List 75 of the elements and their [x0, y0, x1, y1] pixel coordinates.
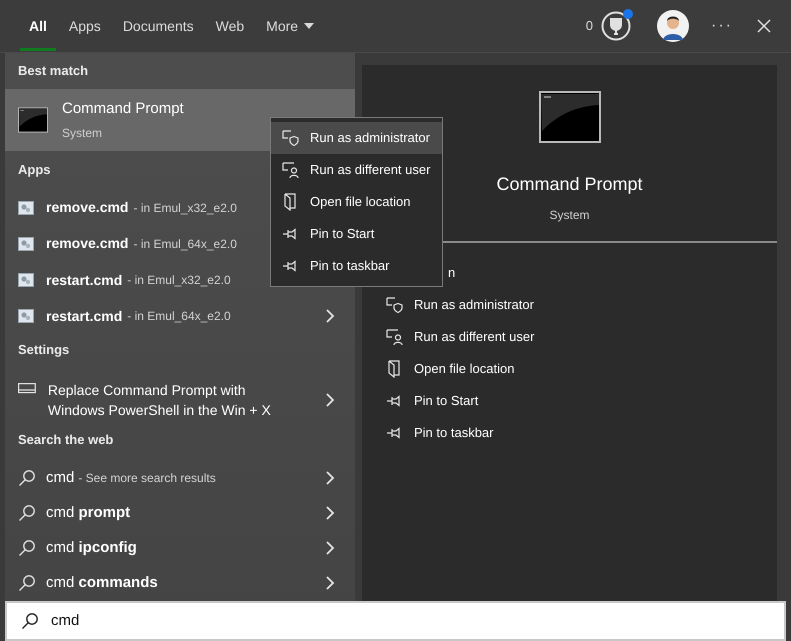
action-item[interactable]: Run as administrator — [386, 289, 777, 321]
setting-title: Replace Command Prompt with Windows PowerShell in the Win + X — [48, 381, 272, 420]
user-icon — [386, 328, 404, 346]
action-label: Run as administrator — [414, 296, 534, 314]
script-file-icon — [18, 273, 34, 288]
search-suggestion: cmd ipconfig — [46, 538, 137, 558]
menu-item[interactable]: Pin to Start — [271, 218, 442, 250]
action-label: Open file location — [414, 360, 514, 378]
web-result[interactable]: cmd prompt — [5, 495, 355, 531]
tab[interactable]: All — [20, 0, 56, 52]
more-options-button[interactable]: ··· — [711, 14, 733, 38]
action-label: n — [448, 264, 456, 282]
tab[interactable]: More — [257, 0, 324, 52]
preview-subtitle: System — [549, 207, 590, 224]
web-result[interactable]: cmd commands — [5, 566, 355, 602]
action-label: Run as different user — [414, 328, 534, 346]
action-label: Pin to taskbar — [414, 424, 494, 442]
avatar-icon[interactable] — [657, 10, 690, 42]
script-file-icon — [18, 309, 34, 324]
section-heading: Settings — [18, 341, 70, 360]
menu-item[interactable]: Open file location — [271, 186, 442, 218]
search-icon — [18, 574, 36, 592]
terminal-icon — [538, 91, 600, 143]
menu-label: Pin to taskbar — [310, 257, 390, 276]
item-subtitle: System — [62, 125, 104, 142]
action-item[interactable]: Pin to Start — [386, 385, 777, 417]
action-label: Pin to Start — [414, 392, 478, 410]
menu-item[interactable]: Run as administrator — [271, 122, 442, 154]
search-icon — [21, 612, 39, 630]
menu-item[interactable]: Pin to taskbar — [271, 250, 442, 282]
item-title: Command Prompt — [62, 98, 184, 119]
tab[interactable]: Documents — [114, 0, 203, 52]
app-result[interactable]: restart.cmd - in Emul_64x_e2.0 — [5, 298, 355, 334]
app-location: - in Emul_x32_e2.0 — [127, 272, 231, 290]
shield-icon — [386, 296, 404, 314]
terminal-icon — [18, 106, 48, 133]
app-location: - in Emul_64x_e2.0 — [133, 236, 237, 253]
preview-title: Command Prompt — [496, 173, 643, 196]
search-suggestion: cmd prompt — [46, 502, 130, 523]
monitor-icon — [18, 382, 36, 395]
web-result[interactable]: cmd ipconfig — [5, 530, 355, 566]
section-heading: Search the web — [18, 430, 114, 449]
app-name: restart.cmd — [46, 306, 122, 326]
search-icon — [18, 468, 36, 487]
search-field[interactable]: cmd — [5, 601, 786, 641]
search-suggestion: cmd — [46, 468, 74, 488]
menu-item[interactable]: Run as different user — [271, 154, 442, 186]
script-file-icon — [18, 236, 34, 251]
trophy-icon[interactable] — [601, 11, 632, 41]
app-name: remove.cmd — [46, 234, 128, 254]
user-icon — [282, 161, 300, 179]
shield-icon — [282, 129, 300, 147]
script-file-icon — [18, 200, 34, 215]
search-suggestion: cmd commands — [46, 573, 158, 594]
search-icon — [18, 539, 36, 558]
tab[interactable]: Web — [206, 0, 254, 52]
suggestion-hint: - See more search results — [78, 470, 216, 487]
section-heading: Apps — [18, 161, 50, 180]
section-heading: Best match — [18, 62, 88, 80]
close-icon[interactable] — [757, 19, 771, 33]
points-count: 0 — [586, 17, 594, 36]
settings-result[interactable]: Replace Command Prompt with Windows PowerShell in the Win + X — [5, 372, 355, 428]
search-icon — [18, 504, 36, 522]
menu-label: Open file location — [310, 193, 410, 212]
menu-label: Run as different user — [310, 161, 430, 180]
action-item[interactable]: Open file location — [386, 353, 777, 385]
web-result[interactable]: cmd - See more search results — [5, 460, 355, 496]
app-name: restart.cmd — [46, 270, 122, 290]
action-item[interactable]: Pin to taskbar — [386, 417, 777, 449]
action-item[interactable]: Run as different user — [386, 321, 777, 353]
app-location: - in Emul_64x_e2.0 — [127, 308, 231, 326]
tab[interactable]: Apps — [60, 0, 110, 52]
app-location: - in Emul_x32_e2.0 — [133, 200, 237, 217]
app-name: remove.cmd — [46, 198, 128, 218]
menu-label: Pin to Start — [310, 225, 374, 244]
